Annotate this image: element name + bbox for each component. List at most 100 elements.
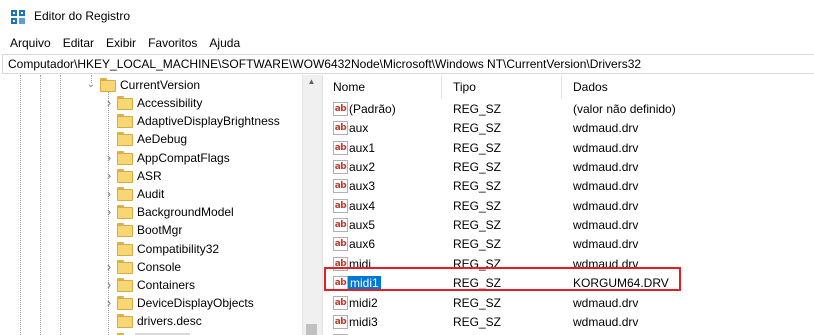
string-value-icon: ab [333, 295, 348, 310]
string-value-icon: ab [333, 121, 348, 136]
tree-item[interactable]: drivers.desc [0, 312, 302, 330]
value-name: aux4 [349, 198, 376, 213]
collapse-chevron-icon[interactable]: ⌄ [86, 80, 96, 90]
folder-icon [117, 314, 133, 329]
value-type: REG_SZ [453, 140, 502, 155]
expand-chevron-icon[interactable]: › [104, 296, 114, 309]
value-data: wdmaud.drv [573, 237, 639, 252]
tree-item[interactable]: › Containers [0, 276, 302, 294]
tree-item[interactable]: › ASR [0, 167, 302, 185]
column-header-nome[interactable]: Nome [324, 75, 442, 99]
folder-icon [117, 259, 133, 274]
expand-chevron-icon[interactable]: › [104, 205, 114, 218]
string-value-icon: ab [333, 276, 348, 291]
value-row[interactable]: ab aux2 REG_SZ wdmaud.drv [324, 158, 814, 177]
value-type: REG_SZ [453, 121, 502, 136]
tree-item[interactable]: › Audit [0, 185, 302, 203]
string-value-icon: ab [333, 140, 348, 155]
title-bar: Editor do Registro [0, 0, 814, 33]
value-row[interactable]: ab (Padrão) REG_SZ (valor não definido) [324, 100, 814, 119]
value-row[interactable]: ab aux4 REG_SZ wdmaud.drv [324, 197, 814, 216]
value-row[interactable]: ab aux REG_SZ wdmaud.drv [324, 119, 814, 138]
string-value-icon: ab [333, 179, 348, 194]
value-data: wdmaud.drv [573, 160, 639, 175]
string-value-icon: ab [333, 102, 348, 116]
value-name: aux3 [349, 179, 376, 194]
tree-item-label: AeDebug [137, 132, 188, 147]
value-type: REG_SZ [453, 102, 502, 116]
address-path[interactable]: Computador\HKEY_LOCAL_MACHINE\SOFTWARE\W… [8, 57, 641, 71]
folder-icon [117, 96, 133, 110]
expand-chevron-icon[interactable]: › [104, 151, 114, 164]
value-type: REG_SZ [453, 237, 502, 252]
value-type: REG_SZ [453, 160, 502, 175]
tree-item-label: drivers.desc [137, 314, 202, 329]
menu-exibir[interactable]: Exibir [100, 33, 142, 53]
column-header-dados[interactable]: Dados [564, 75, 814, 99]
value-row[interactable]: ab midi1 REG_SZ KORGUM64.DRV [324, 274, 814, 293]
tree-item-label: Accessibility [137, 96, 203, 110]
value-type: REG_SZ [453, 256, 502, 271]
value-name: aux6 [349, 237, 376, 252]
list-header: Nome Tipo Dados [324, 75, 814, 99]
tree-item[interactable]: Compatibility32 [0, 240, 302, 258]
tree-item-label: AppCompatFlags [137, 150, 230, 165]
value-name: aux [349, 121, 369, 136]
tree-item[interactable]: › AppCompatFlags [0, 149, 302, 167]
string-value-icon: ab [333, 218, 348, 233]
folder-icon [117, 150, 133, 165]
menu-arquivo[interactable]: Arquivo [4, 33, 57, 53]
string-value-icon: ab [333, 256, 348, 271]
tree-item-label: BootMgr [137, 223, 183, 238]
folder-icon [117, 223, 133, 238]
column-header-tipo[interactable]: Tipo [444, 75, 562, 99]
tree-item-label: DeviceDisplayObjects [137, 296, 254, 311]
address-bar[interactable]: Computador\HKEY_LOCAL_MACHINE\SOFTWARE\W… [2, 54, 814, 74]
tree-item[interactable]: AeDebug [0, 130, 302, 148]
tree-item[interactable]: › BackgroundModel [0, 203, 302, 221]
value-row[interactable]: ab aux6 REG_SZ wdmaud.drv [324, 235, 814, 254]
tree-item[interactable]: BootMgr [0, 221, 302, 239]
value-data: wdmaud.drv [573, 198, 639, 213]
value-type: REG_SZ [453, 179, 502, 194]
menu-favoritos[interactable]: Favoritos [142, 33, 203, 53]
menu-editar[interactable]: Editar [57, 33, 100, 53]
value-row[interactable]: ab aux5 REG_SZ wdmaud.drv [324, 216, 814, 235]
value-type: REG_SZ [453, 198, 502, 213]
value-row[interactable]: ab midi REG_SZ wdmaud.drv [324, 255, 814, 274]
tree-item[interactable]: › DeviceDisplayObjects [0, 294, 302, 312]
tree-scrollbar[interactable]: ▲ [302, 75, 319, 335]
value-data: wdmaud.drv [573, 314, 639, 329]
value-type: REG_SZ [453, 314, 502, 329]
value-name: midi1 [348, 276, 381, 291]
tree-item[interactable]: › Accessibility [0, 94, 302, 112]
value-row[interactable]: ab aux1 REG_SZ wdmaud.drv [324, 139, 814, 158]
tree-item-label: BackgroundModel [137, 205, 234, 220]
pane-splitter[interactable] [319, 75, 323, 335]
tree-item-label: ASR [137, 168, 162, 183]
value-data: wdmaud.drv [573, 140, 639, 155]
tree-item-currentversion[interactable]: ⌄ CurrentVersion [0, 76, 302, 94]
scrollbar-thumb[interactable] [306, 324, 317, 335]
tree-item-label: Audit [137, 187, 165, 201]
expand-chevron-icon[interactable]: › [104, 96, 114, 109]
folder-icon [117, 205, 133, 220]
value-row[interactable]: ab aux3 REG_SZ wdmaud.drv [324, 177, 814, 196]
value-name: aux2 [349, 160, 376, 175]
window-title: Editor do Registro [34, 9, 131, 23]
expand-chevron-icon[interactable]: › [104, 169, 114, 182]
value-row[interactable]: ab midi3 REG_SZ wdmaud.drv [324, 313, 814, 332]
value-row[interactable]: ab midi2 REG_SZ wdmaud.drv [324, 294, 814, 313]
expand-chevron-icon[interactable]: › [104, 187, 114, 200]
tree-item[interactable]: AdaptiveDisplayBrightness [0, 112, 302, 130]
expand-chevron-icon[interactable]: › [104, 278, 114, 291]
scroll-up-arrow-icon[interactable]: ▲ [303, 77, 320, 86]
string-value-icon: ab [333, 314, 348, 329]
key-tree: ⌄ CurrentVersion › Accessibility AdaptiveD… [0, 75, 318, 335]
tree-item[interactable]: › Console [0, 258, 302, 276]
tree-item-label: Containers [137, 278, 196, 292]
tree-item[interactable]: Drivers32 [0, 331, 302, 335]
folder-icon [117, 187, 133, 201]
menu-ajuda[interactable]: Ajuda [203, 33, 246, 53]
expand-chevron-icon[interactable]: › [104, 260, 114, 273]
